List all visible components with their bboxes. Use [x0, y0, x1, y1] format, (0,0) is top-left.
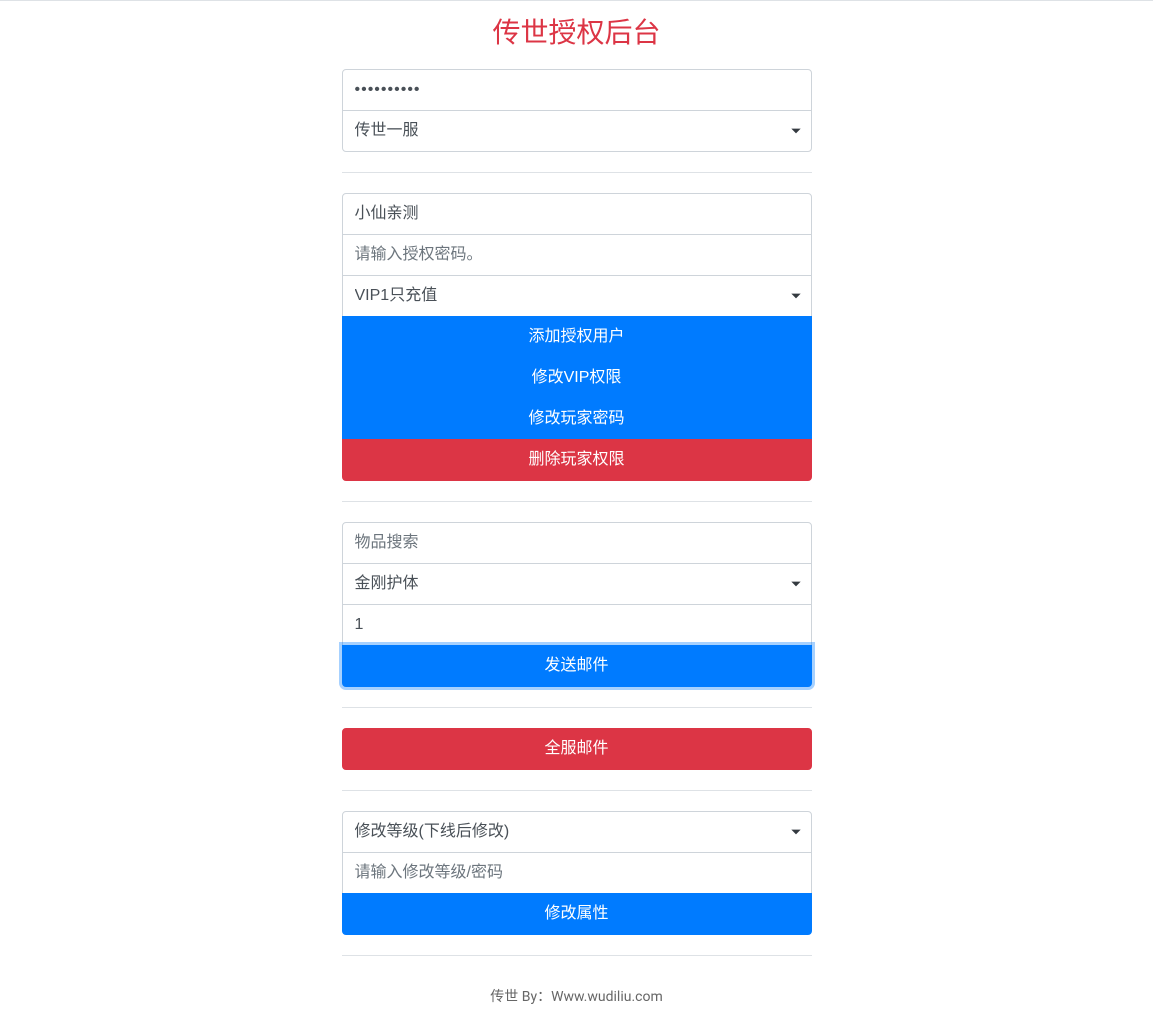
modify-attribute-button[interactable]: 修改属性 [342, 893, 812, 935]
server-wide-mail-button[interactable]: 全服邮件 [342, 728, 812, 770]
main-container: 传世授权后台 传世一服 VIP1只充值 添加授权用户 修改VIP权限 修改玩家密… [342, 1, 812, 1026]
auth-password-input[interactable] [342, 234, 812, 276]
username-input[interactable] [342, 193, 812, 235]
delete-player-permission-button[interactable]: 删除玩家权限 [342, 439, 812, 481]
add-auth-user-button[interactable]: 添加授权用户 [342, 316, 812, 358]
footer-text: 传世 By：Www.wudiliu.com [342, 976, 812, 1026]
item-search-input[interactable] [342, 522, 812, 564]
modify-value-input[interactable] [342, 852, 812, 894]
modify-player-password-button[interactable]: 修改玩家密码 [342, 398, 812, 440]
quantity-input[interactable] [342, 604, 812, 646]
section-server-login: 传世一服 [342, 69, 812, 173]
page-title: 传世授权后台 [342, 1, 812, 69]
section-user-auth: VIP1只充值 添加授权用户 修改VIP权限 修改玩家密码 删除玩家权限 [342, 193, 812, 502]
server-select[interactable]: 传世一服 [342, 110, 812, 152]
item-select[interactable]: 金刚护体 [342, 563, 812, 605]
vip-level-select[interactable]: VIP1只充值 [342, 275, 812, 317]
modify-vip-button[interactable]: 修改VIP权限 [342, 357, 812, 399]
send-mail-button[interactable]: 发送邮件 [342, 645, 812, 687]
section-modify-attr: 修改等级(下线后修改) 修改属性 [342, 811, 812, 956]
admin-password-input[interactable] [342, 69, 812, 111]
section-item-mail: 金刚护体 发送邮件 [342, 522, 812, 708]
modify-type-select[interactable]: 修改等级(下线后修改) [342, 811, 812, 853]
section-server-mail: 全服邮件 [342, 728, 812, 791]
